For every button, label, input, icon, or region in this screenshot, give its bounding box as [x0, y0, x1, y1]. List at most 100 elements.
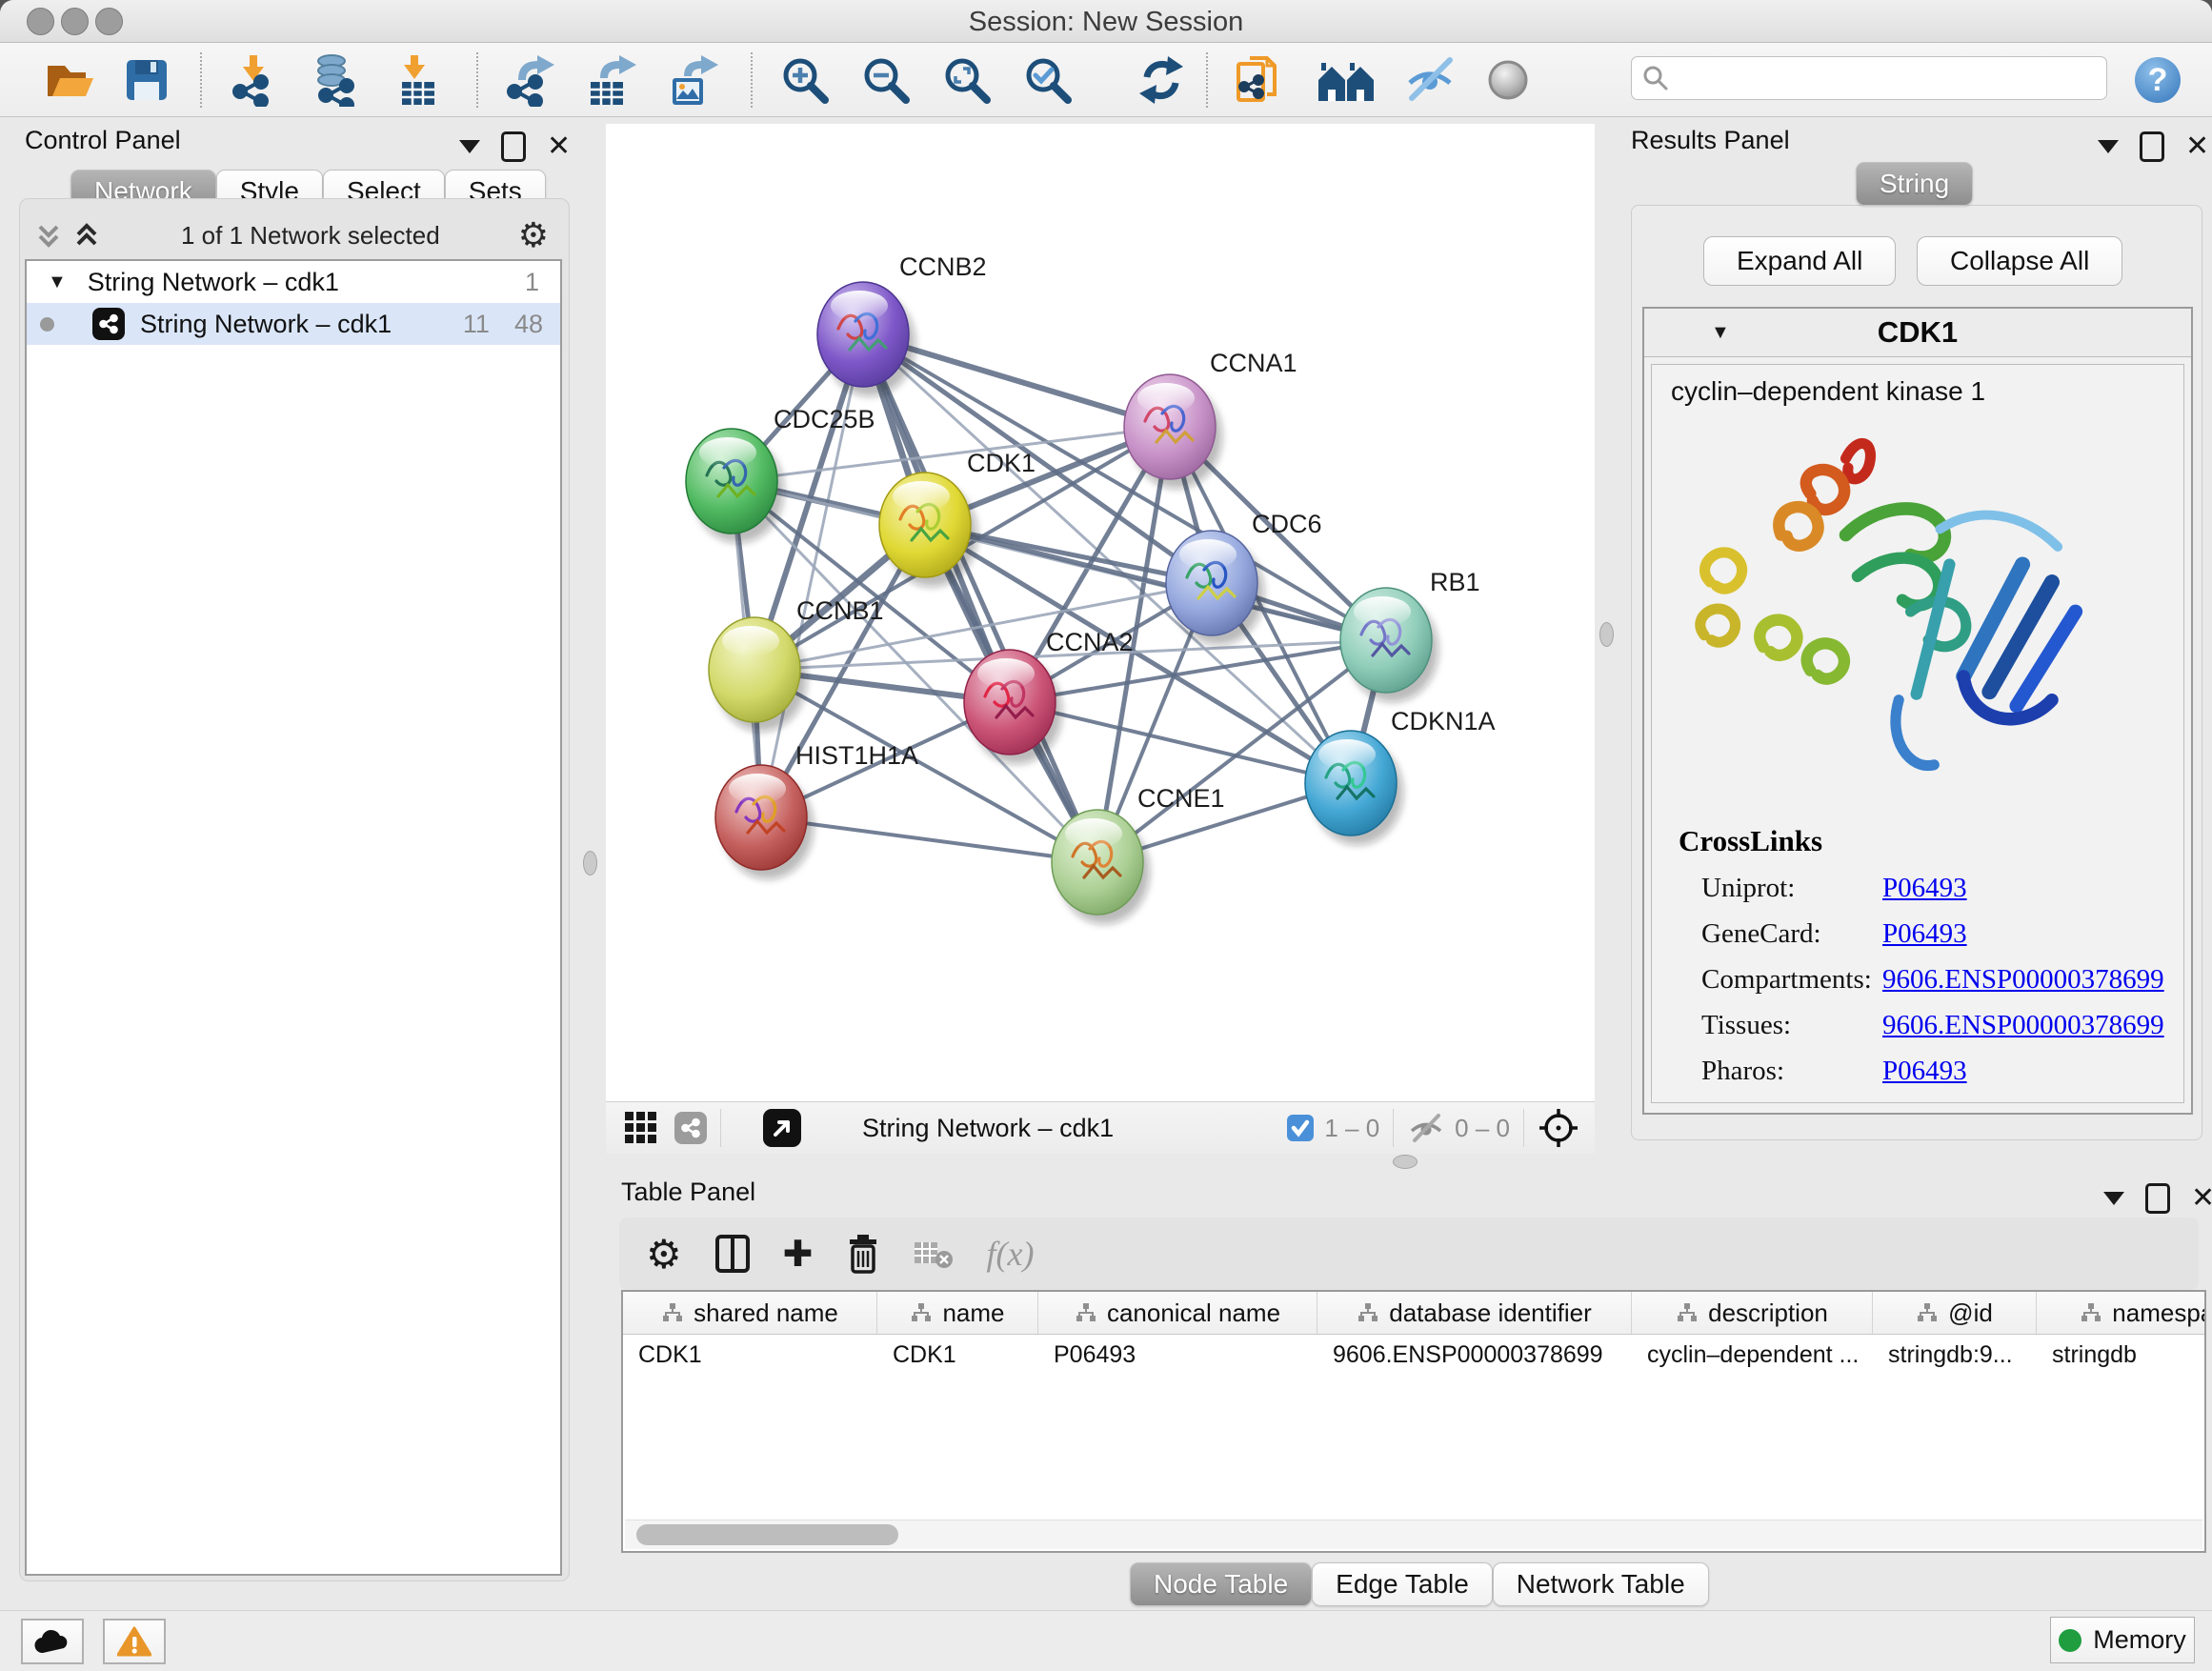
gear-icon[interactable]: ⚙ — [646, 1231, 682, 1278]
expand-all-button[interactable]: Expand All — [1703, 236, 1896, 286]
column-header-database-identifier[interactable]: database identifier — [1317, 1292, 1632, 1334]
float-panel-icon[interactable] — [2145, 1183, 2170, 1214]
table-cell[interactable]: CDK1 — [623, 1335, 877, 1377]
collapse-all-icon[interactable] — [32, 219, 65, 252]
control-panel-controls: ✕ — [459, 131, 571, 162]
export-table-icon[interactable] — [583, 54, 638, 106]
column-header-name[interactable]: name — [877, 1292, 1038, 1334]
network-row-selected[interactable]: String Network – cdk1 11 48 — [27, 303, 560, 345]
column-header-@id[interactable]: @id — [1873, 1292, 2037, 1334]
network-share-view-icon[interactable] — [674, 1112, 707, 1144]
protein-node-CCNE1[interactable]: CCNE1 — [1052, 784, 1225, 924]
import-table-icon[interactable] — [392, 54, 444, 106]
collapse-panel-icon[interactable] — [2098, 140, 2119, 153]
zoom-fit-icon[interactable] — [941, 54, 993, 106]
zoom-in-icon[interactable] — [779, 54, 831, 106]
float-panel-icon[interactable] — [501, 131, 526, 162]
right-splitter-handle[interactable] — [1599, 622, 1614, 647]
crosslinks-list: Uniprot:P06493GeneCard:P06493Compartment… — [1701, 873, 2183, 1087]
collapse-all-button[interactable]: Collapse All — [1917, 236, 2122, 286]
tab-edge-table[interactable]: Edge Table — [1312, 1562, 1493, 1606]
selected-count: 1 – 0 — [1324, 1114, 1379, 1143]
tab-string[interactable]: String — [1856, 162, 1973, 206]
scrollbar-thumb[interactable] — [636, 1524, 898, 1545]
column-header-canonical-name[interactable]: canonical name — [1038, 1292, 1317, 1334]
grid-view-icon[interactable] — [623, 1110, 659, 1146]
selected-checkbox-icon[interactable] — [1286, 1114, 1315, 1142]
table-cell[interactable]: cyclin–dependent ... — [1632, 1335, 1873, 1377]
section-expander-icon[interactable]: ▼ — [1711, 322, 1730, 344]
export-image-icon[interactable] — [665, 54, 720, 106]
close-panel-icon[interactable]: ✕ — [2185, 134, 2209, 159]
protein-node-CCNB2[interactable]: CCNB2 — [817, 252, 987, 396]
edge-count: 48 — [514, 310, 543, 339]
column-header-shared-name[interactable]: shared name — [623, 1292, 877, 1334]
crosslink-label: Tissues: — [1701, 1010, 1882, 1041]
table-cell[interactable]: 9606.ENSP00000378699 — [1317, 1335, 1632, 1377]
protein-node-RB1[interactable]: RB1 — [1340, 568, 1480, 702]
crosslink-value-link[interactable]: P06493 — [1882, 918, 1967, 950]
search-input[interactable] — [1670, 58, 2106, 98]
tab-network-table[interactable]: Network Table — [1493, 1562, 1709, 1606]
protein-node-CDC6[interactable]: CDC6 — [1166, 510, 1322, 645]
table-cell[interactable]: P06493 — [1038, 1335, 1317, 1377]
share-document-icon[interactable] — [1233, 54, 1286, 106]
protein-node-CDKN1A[interactable]: CDKN1A — [1305, 707, 1496, 845]
birdseye-view-icon[interactable] — [1538, 1107, 1579, 1149]
hidden-count: 0 – 0 — [1455, 1114, 1510, 1143]
tab-node-table[interactable]: Node Table — [1130, 1562, 1312, 1606]
crosslink-value-link[interactable]: 9606.ENSP00000378699 — [1882, 964, 2164, 996]
float-panel-icon[interactable] — [2140, 131, 2164, 162]
import-network-icon[interactable] — [229, 54, 282, 106]
network-collection-row[interactable]: ▼ String Network – cdk1 1 — [27, 261, 560, 303]
eye-icon[interactable] — [1484, 54, 1532, 106]
cloud-button[interactable] — [21, 1619, 84, 1664]
protein-node-CCNA1[interactable]: CCNA1 — [1124, 349, 1297, 489]
table-cell[interactable]: CDK1 — [877, 1335, 1038, 1377]
memory-button[interactable]: Memory — [2050, 1617, 2195, 1663]
column-label: canonical name — [1107, 1299, 1280, 1328]
column-header-namespace[interactable]: namespace — [2037, 1292, 2206, 1334]
gene-section-header[interactable]: ▼ CDK1 — [1644, 309, 2191, 357]
close-panel-icon[interactable]: ✕ — [547, 134, 571, 159]
add-column-icon[interactable]: ✚ — [783, 1233, 814, 1276]
warnings-button[interactable] — [103, 1619, 166, 1664]
protein-node-HIST1H1A[interactable]: HIST1H1A — [715, 741, 918, 879]
delete-column-icon[interactable] — [846, 1233, 880, 1275]
home-icon[interactable] — [1317, 54, 1376, 106]
gene-section-body: cyclin–dependent kinase 1 — [1651, 364, 2184, 1103]
left-splitter-handle[interactable] — [583, 851, 597, 876]
tree-expander-icon[interactable]: ▼ — [48, 272, 67, 293]
columns-icon[interactable] — [714, 1234, 751, 1274]
crosslink-value-link[interactable]: P06493 — [1882, 873, 1967, 904]
table-cell[interactable]: stringdb — [2037, 1335, 2206, 1377]
function-builder-icon: f(x) — [987, 1234, 1035, 1274]
network-edge[interactable] — [863, 334, 1097, 862]
horizontal-splitter-handle[interactable] — [1393, 1155, 1418, 1169]
detach-view-icon[interactable] — [763, 1109, 801, 1147]
zoom-selected-icon[interactable] — [1022, 54, 1074, 106]
horizontal-scrollbar[interactable] — [625, 1520, 2202, 1549]
crosslinks-title: CrossLinks — [1679, 824, 2183, 858]
gear-icon[interactable]: ⚙ — [518, 215, 549, 255]
zoom-out-icon[interactable] — [860, 54, 912, 106]
network-canvas[interactable]: CCNB2CCNA1CDC25BCDK1CDC6RB1CCNB1CCNA2CDK… — [606, 124, 1595, 1101]
expand-all-icon[interactable] — [70, 219, 103, 252]
collapse-panel-icon[interactable] — [2103, 1192, 2124, 1205]
save-session-icon[interactable] — [122, 54, 171, 106]
import-database-icon[interactable] — [307, 54, 362, 106]
refresh-icon[interactable] — [1136, 54, 1187, 106]
string-network-graph[interactable]: CCNB2CCNA1CDC25BCDK1CDC6RB1CCNB1CCNA2CDK… — [606, 124, 1595, 1101]
node-count: 11 — [463, 310, 490, 339]
crosslink-value-link[interactable]: P06493 — [1882, 1056, 1967, 1087]
column-header-description[interactable]: description — [1632, 1292, 1873, 1334]
crosslink-value-link[interactable]: 9606.ENSP00000378699 — [1882, 1010, 2164, 1041]
export-network-icon[interactable] — [503, 54, 558, 106]
open-session-icon[interactable] — [42, 54, 95, 106]
close-panel-icon[interactable]: ✕ — [2191, 1186, 2212, 1211]
table-cell[interactable]: stringdb:9... — [1873, 1335, 2037, 1377]
show-hide-panels-icon[interactable] — [1402, 54, 1458, 106]
table-row[interactable]: CDK1CDK1P064939606.ENSP00000378699cyclin… — [623, 1335, 2204, 1377]
help-icon[interactable]: ? — [2132, 54, 2183, 106]
collapse-panel-icon[interactable] — [459, 140, 480, 153]
